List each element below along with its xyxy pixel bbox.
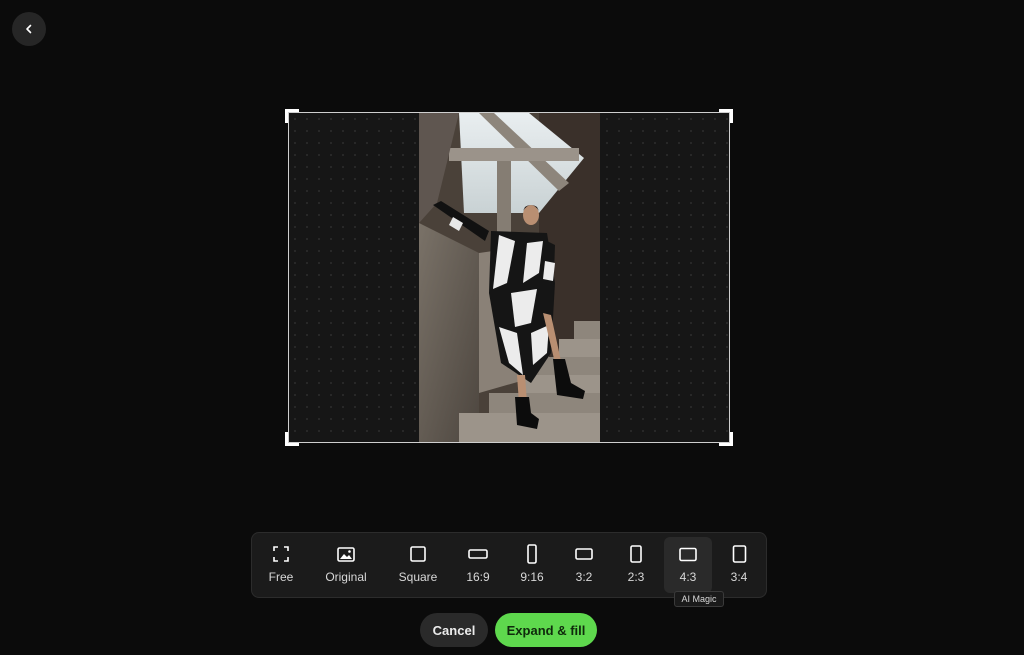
ratio-3-2-icon	[575, 548, 593, 560]
expand-canvas[interactable]	[285, 109, 733, 446]
photo-illustration	[419, 113, 600, 442]
ratio-free-button[interactable]: Free	[260, 537, 302, 593]
ratio-original-button[interactable]: Original	[316, 537, 376, 593]
ratio-3-4-button[interactable]: 3:4	[718, 537, 760, 593]
ai-magic-tooltip: AI Magic	[674, 591, 724, 607]
image-icon	[337, 546, 355, 562]
ratio-16-9-button[interactable]: 16:9	[456, 537, 500, 593]
chevron-left-icon	[26, 24, 32, 34]
ratio-3-2-button[interactable]: 3:2	[564, 537, 604, 593]
ratio-3-4-icon	[732, 545, 746, 563]
ratio-9-16-icon	[527, 544, 537, 564]
crop-handle-bottom-right[interactable]	[719, 432, 733, 446]
fashion-model-on-concrete-stairs-image	[419, 113, 600, 442]
crop-handle-top-left[interactable]	[285, 109, 299, 123]
ratio-label: 16:9	[466, 570, 490, 584]
ratio-label: 9:16	[520, 570, 544, 584]
ratio-label: 4:3	[679, 570, 697, 584]
back-button[interactable]	[12, 12, 46, 46]
ratio-label: Original	[325, 570, 367, 584]
ratio-square-button[interactable]: Square	[390, 537, 446, 593]
square-icon	[410, 546, 426, 562]
free-crop-icon	[273, 546, 289, 562]
ratio-4-3-icon	[679, 547, 697, 561]
editor-stage: Free Original Square 16:9 9:16 3:2 2:3 4…	[0, 0, 1024, 655]
ratio-2-3-button[interactable]: 2:3	[616, 537, 656, 593]
cancel-button[interactable]: Cancel	[420, 613, 488, 647]
ratio-9-16-button[interactable]: 9:16	[510, 537, 554, 593]
ratio-label: 2:3	[627, 570, 645, 584]
crop-handle-bottom-left[interactable]	[285, 432, 299, 446]
expand-fill-button[interactable]: Expand & fill	[495, 613, 597, 647]
aspect-ratio-toolbar: Free Original Square 16:9 9:16 3:2 2:3 4…	[251, 532, 767, 598]
crop-handle-top-right[interactable]	[719, 109, 733, 123]
ratio-label: Free	[268, 570, 294, 584]
ratio-label: Square	[398, 570, 438, 584]
ratio-2-3-icon	[630, 545, 642, 563]
ratio-label: 3:2	[575, 570, 593, 584]
ratio-16-9-icon	[468, 549, 488, 559]
ratio-label: 3:4	[730, 570, 748, 584]
ratio-4-3-button[interactable]: 4:3	[664, 537, 712, 593]
